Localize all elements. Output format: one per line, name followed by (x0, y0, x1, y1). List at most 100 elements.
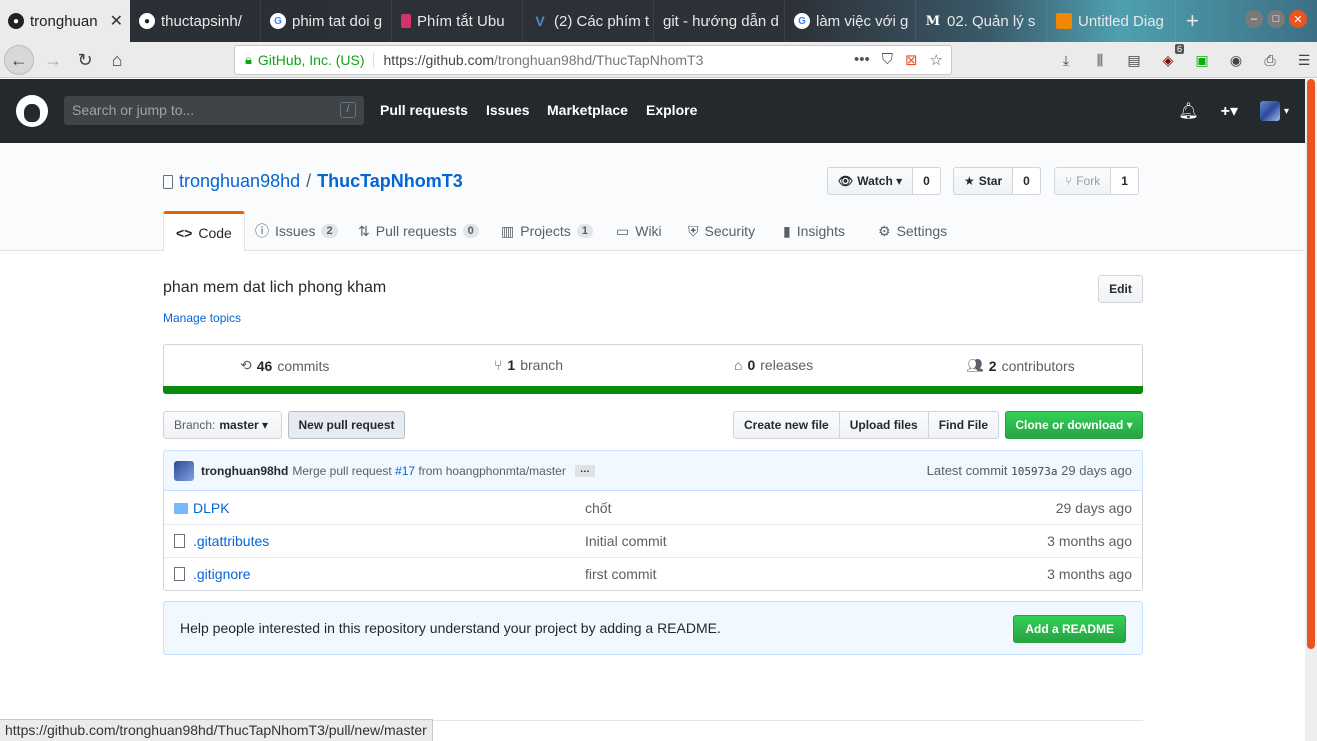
manage-topics-link[interactable]: Manage topics (163, 311, 241, 325)
file-name-link[interactable]: .gitignore (193, 566, 251, 582)
upload-files-button[interactable]: Upload files (838, 411, 929, 439)
file-commit-message[interactable]: chốt (585, 500, 611, 516)
nav-marketplace[interactable]: Marketplace (547, 102, 628, 118)
browser-tab[interactable]: git - hướng dẫn d (655, 0, 785, 42)
tab-title: làm việc với g (816, 12, 909, 30)
browser-tab[interactable]: G phim tat doi g (262, 0, 392, 42)
fork-button[interactable]: ⑂ Fork (1054, 167, 1112, 195)
fork-count[interactable]: 1 (1111, 167, 1139, 195)
reload-icon[interactable]: ↻ (70, 45, 100, 75)
file-name-link[interactable]: .gitattributes (193, 533, 269, 549)
library-icon[interactable]: ⫼ (1090, 50, 1110, 70)
expand-commit-button[interactable]: … (574, 464, 595, 477)
find-file-button[interactable]: Find File (927, 411, 1000, 439)
browser-toolbar: ← → ↻ ⌂ 🔒︎ GitHub, Inc. (US) https://git… (0, 42, 1317, 78)
browser-tab[interactable]: G làm việc với g (786, 0, 916, 42)
tab-projects[interactable]: ▥ Projects 1 (489, 211, 605, 251)
tab-wiki[interactable]: ▭ Wiki (604, 211, 674, 251)
tab-security[interactable]: ⛨ Security (676, 211, 767, 251)
browser-tab[interactable]: ● thuctapsinh/ (131, 0, 261, 42)
create-new-dropdown[interactable]: +▾ (1221, 101, 1238, 121)
repo-owner-link[interactable]: tronghuan98hd (179, 171, 300, 192)
repo-name-link[interactable]: ThucTapNhomT3 (317, 171, 463, 192)
page-actions-icon[interactable]: ••• (854, 51, 870, 69)
browser-tab[interactable]: ● tronghuan ✕ (0, 0, 130, 42)
clone-download-button[interactable]: Clone or download ▾ (1005, 411, 1143, 439)
contributors-link[interactable]: 👥︎ 2 contributors (966, 357, 1075, 374)
page-scrollbar[interactable] (1305, 79, 1317, 741)
pocket-icon[interactable]: ⛉ (882, 51, 893, 69)
tab-issues[interactable]: ⓘ Issues 2 (243, 211, 350, 251)
watch-button[interactable]: 👁︎ Watch ▾ (827, 167, 914, 195)
status-bar-url: https://github.com/tronghuan98hd/ThucTap… (0, 719, 433, 741)
latest-commit-bar: tronghuan98hd Merge pull request #17 fro… (163, 450, 1143, 491)
tab-label: Projects (520, 223, 571, 239)
reader-icon[interactable]: ▤ (1124, 50, 1144, 70)
url-text[interactable]: https://github.com/tronghuan98hd/ThucTap… (384, 52, 704, 68)
menu-icon[interactable]: ☰ (1294, 50, 1314, 70)
commits-link[interactable]: ⟲ 46 commits (240, 357, 329, 374)
user-menu[interactable]: ▾ (1259, 101, 1289, 121)
tab-insights[interactable]: ▮ Insights (771, 211, 857, 251)
nav-explore[interactable]: Explore (646, 102, 697, 118)
nav-pull-requests[interactable]: Pull requests (380, 102, 468, 118)
commit-author-link[interactable]: tronghuan98hd (201, 464, 288, 478)
nav-issues[interactable]: Issues (486, 102, 530, 118)
browser-tab[interactable]: Untitled Diag (1048, 0, 1176, 42)
minimize-icon[interactable]: – (1245, 10, 1263, 28)
file-commit-message[interactable]: Initial commit (585, 533, 667, 549)
star-button[interactable]: ★ Star (953, 167, 1014, 195)
watch-label: Watch ▾ (857, 174, 903, 188)
branch-select-button[interactable]: Branch: master ▾ (163, 411, 282, 439)
ublock-icon[interactable]: ◈ 6 (1158, 44, 1184, 70)
home-icon[interactable]: ⌂ (102, 45, 132, 75)
browser-tab[interactable]: V (2) Các phím t (524, 0, 654, 42)
language-bar[interactable] (163, 386, 1143, 394)
releases-link[interactable]: ⌂ 0 releases (734, 357, 813, 373)
bookmark-star-icon[interactable]: ☆ (930, 51, 943, 69)
close-window-icon[interactable]: ✕ (1289, 10, 1307, 28)
commit-sha-link[interactable]: 105973a (1011, 465, 1057, 478)
star-count[interactable]: 0 (1013, 167, 1041, 195)
url-path: /tronghuan98hd/ThucTapNhomT3 (494, 52, 704, 68)
back-icon[interactable]: ← (4, 45, 34, 75)
new-tab-button[interactable]: + (1178, 0, 1210, 42)
evernote-icon[interactable]: ▣ (1192, 50, 1212, 70)
add-readme-button[interactable]: Add a README (1013, 615, 1126, 643)
github-logo-icon[interactable] (16, 95, 48, 127)
maximize-icon[interactable]: □ (1267, 10, 1285, 28)
account-icon[interactable]: ◉ (1226, 50, 1246, 70)
commit-age: 29 days ago (1061, 463, 1132, 478)
tab-badge: 2 (321, 224, 338, 238)
browser-tab[interactable]: Phím tắt Ubu (393, 0, 523, 42)
lock-icon[interactable]: 🔒︎ (245, 52, 252, 68)
browser-tab[interactable]: M 02. Quản lý s (917, 0, 1047, 42)
tab-settings[interactable]: ⚙ Settings (866, 211, 959, 251)
avatar[interactable] (174, 460, 194, 481)
close-tab-icon[interactable]: ✕ (110, 11, 123, 31)
pr-link[interactable]: #17 (395, 464, 415, 478)
chevron-down-icon: ▾ (1283, 105, 1289, 117)
branches-link[interactable]: ⑂ 1 branch (494, 357, 563, 373)
file-name-link[interactable]: DLPK (193, 500, 230, 516)
contributors-label: contributors (1001, 357, 1075, 374)
edit-description-button[interactable]: Edit (1098, 275, 1143, 303)
new-pull-request-button[interactable]: New pull request (288, 411, 405, 439)
tag-icon: ⌂ (734, 357, 743, 373)
latest-commit-label: Latest commit (926, 463, 1008, 478)
site-identity[interactable]: GitHub, Inc. (US) (258, 52, 374, 68)
create-new-file-button[interactable]: Create new file (733, 411, 840, 439)
scrollbar-thumb[interactable] (1307, 79, 1315, 649)
repo-title: tronghuan98hd / ThucTapNhomT3 (163, 171, 463, 192)
forward-icon[interactable]: → (38, 45, 68, 75)
tab-pull-requests[interactable]: ⇅ Pull requests 0 (346, 211, 491, 251)
address-bar[interactable]: 🔒︎ GitHub, Inc. (US) https://github.com/… (234, 45, 952, 75)
notifications-bell-icon[interactable]: 🔔︎ (1178, 101, 1198, 121)
watch-count[interactable]: 0 (913, 167, 941, 195)
screenshot-icon[interactable]: ⎙ (1260, 50, 1280, 70)
download-icon[interactable]: ⤓ (1056, 50, 1076, 70)
file-commit-message[interactable]: first commit (585, 566, 657, 582)
search-input[interactable]: Search or jump to... / (64, 96, 364, 125)
extension-icon[interactable]: ⊠ (905, 51, 918, 69)
tab-code[interactable]: <> Code (163, 211, 245, 252)
